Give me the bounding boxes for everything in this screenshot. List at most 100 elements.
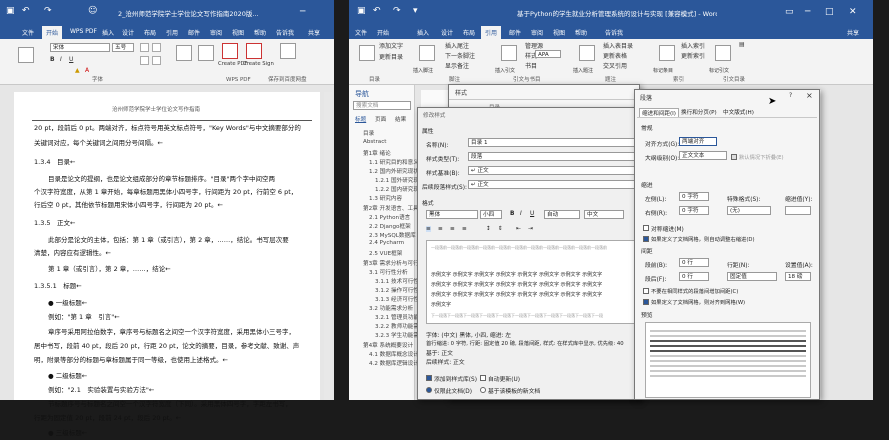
- numbering-icon[interactable]: [152, 43, 161, 52]
- tab-home[interactable]: 开始: [377, 28, 389, 37]
- redo-icon[interactable]: ↷: [44, 6, 52, 16]
- nav-search-input[interactable]: 搜索文档: [353, 101, 411, 110]
- indent-increase-icon[interactable]: ⇥: [528, 226, 533, 232]
- mark-entry-label[interactable]: 标记条目: [653, 67, 673, 74]
- minimize-icon[interactable]: ─: [300, 7, 305, 17]
- new-docs-radio[interactable]: [480, 387, 486, 393]
- tab-layout[interactable]: 布局: [144, 28, 156, 37]
- tab-design[interactable]: 设计: [122, 28, 134, 37]
- tab-line-page-breaks[interactable]: 换行和分页(P): [681, 108, 717, 116]
- tab-indents-spacing[interactable]: 缩进和间距(I): [639, 108, 679, 117]
- nav-heading-item[interactable]: 1.2 国内外研究现状: [369, 167, 419, 175]
- style-based-on-select[interactable]: ↵ 正文: [468, 166, 636, 175]
- tab-view[interactable]: 视图: [553, 28, 565, 37]
- justify-icon[interactable]: ≡: [462, 226, 467, 232]
- nav-heading-item[interactable]: 2.5 VUE框架: [369, 249, 402, 257]
- font-color-button[interactable]: A: [85, 67, 89, 74]
- redo-icon[interactable]: ↷: [393, 6, 401, 16]
- indent-decrease-icon[interactable]: ⇤: [516, 226, 521, 232]
- mirror-indents-checkbox[interactable]: [643, 225, 649, 231]
- citation-style-select[interactable]: APA: [535, 50, 561, 58]
- nav-heading-item[interactable]: 3.1 可行性分析: [369, 268, 408, 276]
- indent-by-input[interactable]: [785, 206, 811, 215]
- tab-insert[interactable]: 插入: [102, 28, 114, 37]
- auto-update-checkbox[interactable]: [480, 375, 486, 381]
- style-name-input[interactable]: 目录 1: [468, 138, 636, 147]
- cross-reference-button[interactable]: 交叉引用: [603, 61, 627, 70]
- help-button[interactable]: ?: [789, 92, 792, 99]
- save-icon[interactable]: ▣: [6, 6, 15, 16]
- tab-wps-pdf[interactable]: WPS PDF: [70, 28, 97, 35]
- line-spacing-icon[interactable]: ↕: [486, 226, 491, 232]
- tab-mailings[interactable]: 邮件: [509, 28, 521, 37]
- right-indent-input[interactable]: 0 字符: [679, 206, 709, 215]
- tab-asian-typography[interactable]: 中文版式(H): [723, 108, 754, 116]
- update-index-button[interactable]: 更新索引: [681, 51, 705, 60]
- nav-heading-item[interactable]: 2.3 MySQL数据库: [369, 231, 416, 239]
- show-notes-button[interactable]: 显示备注: [445, 61, 469, 70]
- at-input[interactable]: 18 磅: [785, 272, 811, 281]
- insert-index-button[interactable]: 插入索引: [681, 41, 705, 50]
- language-select[interactable]: 中文: [584, 210, 624, 219]
- share-button[interactable]: 共享: [308, 28, 320, 37]
- update-table-button[interactable]: 更新表格: [603, 51, 627, 60]
- space-after-input[interactable]: 0 行: [679, 272, 709, 281]
- following-style-select[interactable]: ↵ 正文: [468, 180, 636, 189]
- underline-button[interactable]: U: [69, 56, 73, 63]
- nav-heading-item[interactable]: 3.1.2 操作可行性: [375, 286, 419, 294]
- save-icon[interactable]: ▣: [357, 6, 366, 16]
- outline-level-select[interactable]: 正文文本: [679, 151, 727, 160]
- bibliography-button[interactable]: 书目: [525, 61, 537, 70]
- nav-tab-results[interactable]: 结果: [395, 115, 406, 123]
- nav-heading-item[interactable]: 3.2 功能需求分析: [369, 304, 413, 312]
- nav-heading-item[interactable]: 3.1.1 技术可行性: [375, 277, 419, 285]
- citation-icon[interactable]: [501, 45, 517, 61]
- customize-icon[interactable]: ☺: [88, 6, 97, 16]
- font-name-select[interactable]: 宋体: [50, 43, 110, 52]
- align-center-icon[interactable]: ≡: [438, 226, 443, 232]
- tab-file[interactable]: 文件: [22, 28, 34, 37]
- style-type-select[interactable]: 段落: [468, 152, 636, 161]
- paste-icon[interactable]: [18, 47, 34, 63]
- tab-mailings[interactable]: 邮件: [188, 28, 200, 37]
- mark-entry-icon[interactable]: [659, 45, 675, 61]
- bullets-icon[interactable]: [140, 43, 149, 52]
- ribbon-options-icon[interactable]: ▭: [785, 7, 794, 17]
- insert-endnote-button[interactable]: 插入尾注: [445, 41, 469, 50]
- nav-heading-item[interactable]: 1.3 研究内容: [369, 194, 402, 202]
- nav-heading-item[interactable]: 第4章 系统概要设计: [363, 341, 413, 349]
- bold-button[interactable]: B: [50, 56, 55, 63]
- nav-heading-item[interactable]: 2.1 Python语言: [369, 213, 410, 221]
- baidu-save-icon[interactable]: [280, 43, 296, 59]
- tab-review[interactable]: 审阅: [531, 28, 543, 37]
- bold-button[interactable]: B: [510, 211, 514, 217]
- create-pdf-icon[interactable]: [222, 43, 238, 59]
- tab-review[interactable]: 审阅: [210, 28, 222, 37]
- maximize-icon[interactable]: □: [825, 7, 834, 17]
- nav-heading-item[interactable]: 4.1 数据库概念设计: [369, 350, 419, 358]
- styles-gallery-icon[interactable]: [176, 45, 192, 61]
- add-to-gallery-checkbox[interactable]: [426, 375, 432, 381]
- create-sign-label[interactable]: Create Sign: [243, 61, 274, 67]
- add-text-button[interactable]: 添加文字: [379, 41, 403, 50]
- nav-heading-item[interactable]: 3.1.3 经济可行性: [375, 295, 419, 303]
- manage-sources-button[interactable]: 管理源: [525, 41, 543, 50]
- tab-home[interactable]: 开始: [42, 26, 63, 39]
- align-right-icon[interactable]: ≡: [450, 226, 455, 232]
- align-left-icon[interactable]: ≡: [426, 226, 431, 232]
- undo-icon[interactable]: ↶: [22, 6, 30, 16]
- left-scrollbar[interactable]: [324, 92, 332, 400]
- only-this-doc-radio[interactable]: [426, 387, 432, 393]
- share-button[interactable]: 共享: [847, 28, 859, 37]
- underline-button[interactable]: U: [530, 211, 534, 217]
- alignment-select[interactable]: 两端对齐: [679, 137, 717, 146]
- align-icon[interactable]: [140, 56, 149, 65]
- nav-tab-headings[interactable]: 标题: [355, 115, 366, 123]
- highlight-button[interactable]: ▲: [75, 67, 80, 74]
- italic-button[interactable]: I: [520, 211, 522, 217]
- edit-icon[interactable]: [198, 45, 214, 61]
- toc-icon[interactable]: [359, 45, 375, 61]
- tab-references[interactable]: 引用: [481, 26, 502, 39]
- tab-help[interactable]: 帮助: [575, 28, 587, 37]
- line-spacing-select[interactable]: 固定值: [727, 272, 777, 281]
